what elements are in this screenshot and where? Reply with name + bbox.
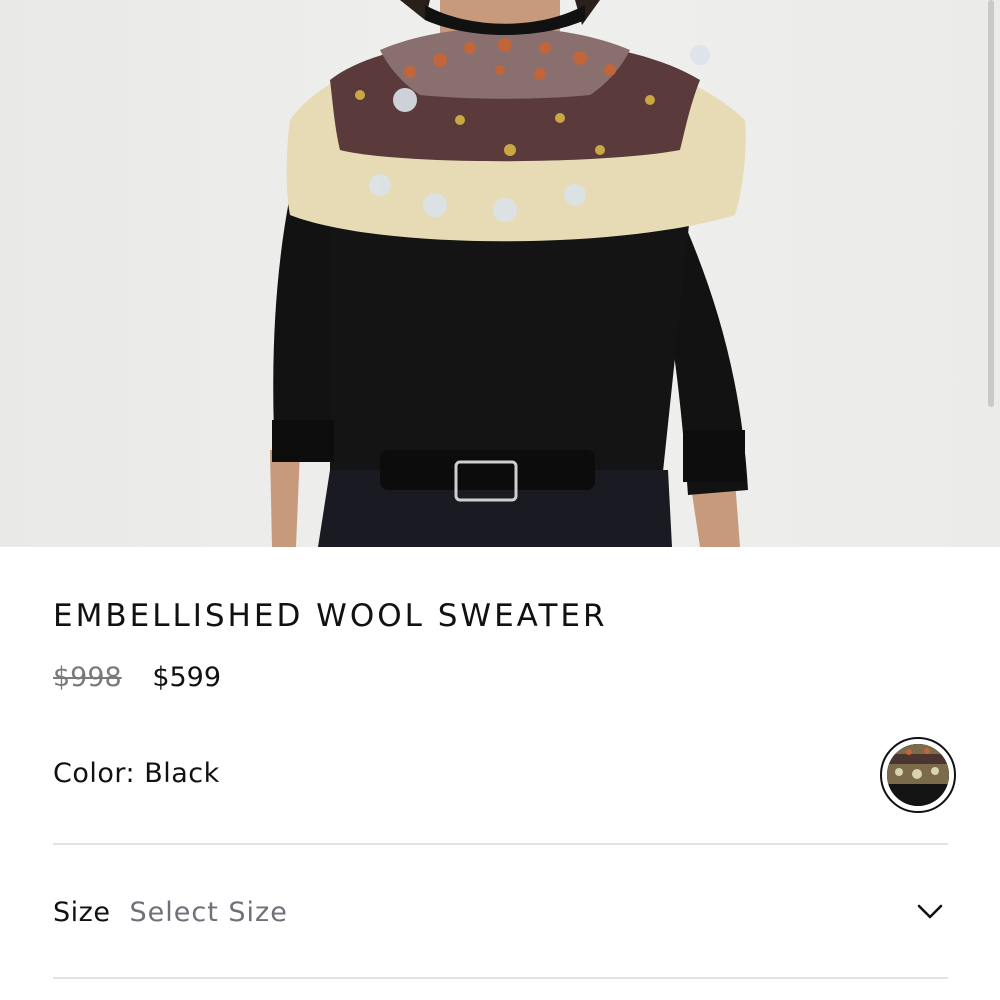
sweater-photo: [270, 0, 748, 547]
swatch-image: [887, 744, 949, 806]
product-page: EMBELLISHED WOOL SWEATER $998 $599 Color…: [0, 0, 1000, 1000]
swatch-pattern: [887, 744, 949, 806]
color-swatch-black[interactable]: [880, 737, 956, 813]
chevron-down-icon[interactable]: [916, 902, 944, 922]
price-row: $998 $599: [53, 662, 221, 693]
size-placeholder: Select Size: [129, 897, 288, 928]
size-label: Size: [53, 897, 111, 928]
color-value: Black: [144, 758, 220, 789]
original-price: $998: [53, 662, 122, 693]
divider: [53, 843, 948, 845]
color-row: Color: Black: [53, 758, 220, 789]
sale-price: $599: [152, 662, 222, 693]
color-label: Color:: [53, 758, 136, 789]
image-scrollbar[interactable]: [988, 0, 994, 407]
product-title: EMBELLISHED WOOL SWEATER: [53, 598, 608, 634]
divider-bottom: [53, 977, 948, 979]
size-selector[interactable]: Size Select Size: [53, 897, 288, 928]
product-image[interactable]: [0, 0, 1000, 547]
